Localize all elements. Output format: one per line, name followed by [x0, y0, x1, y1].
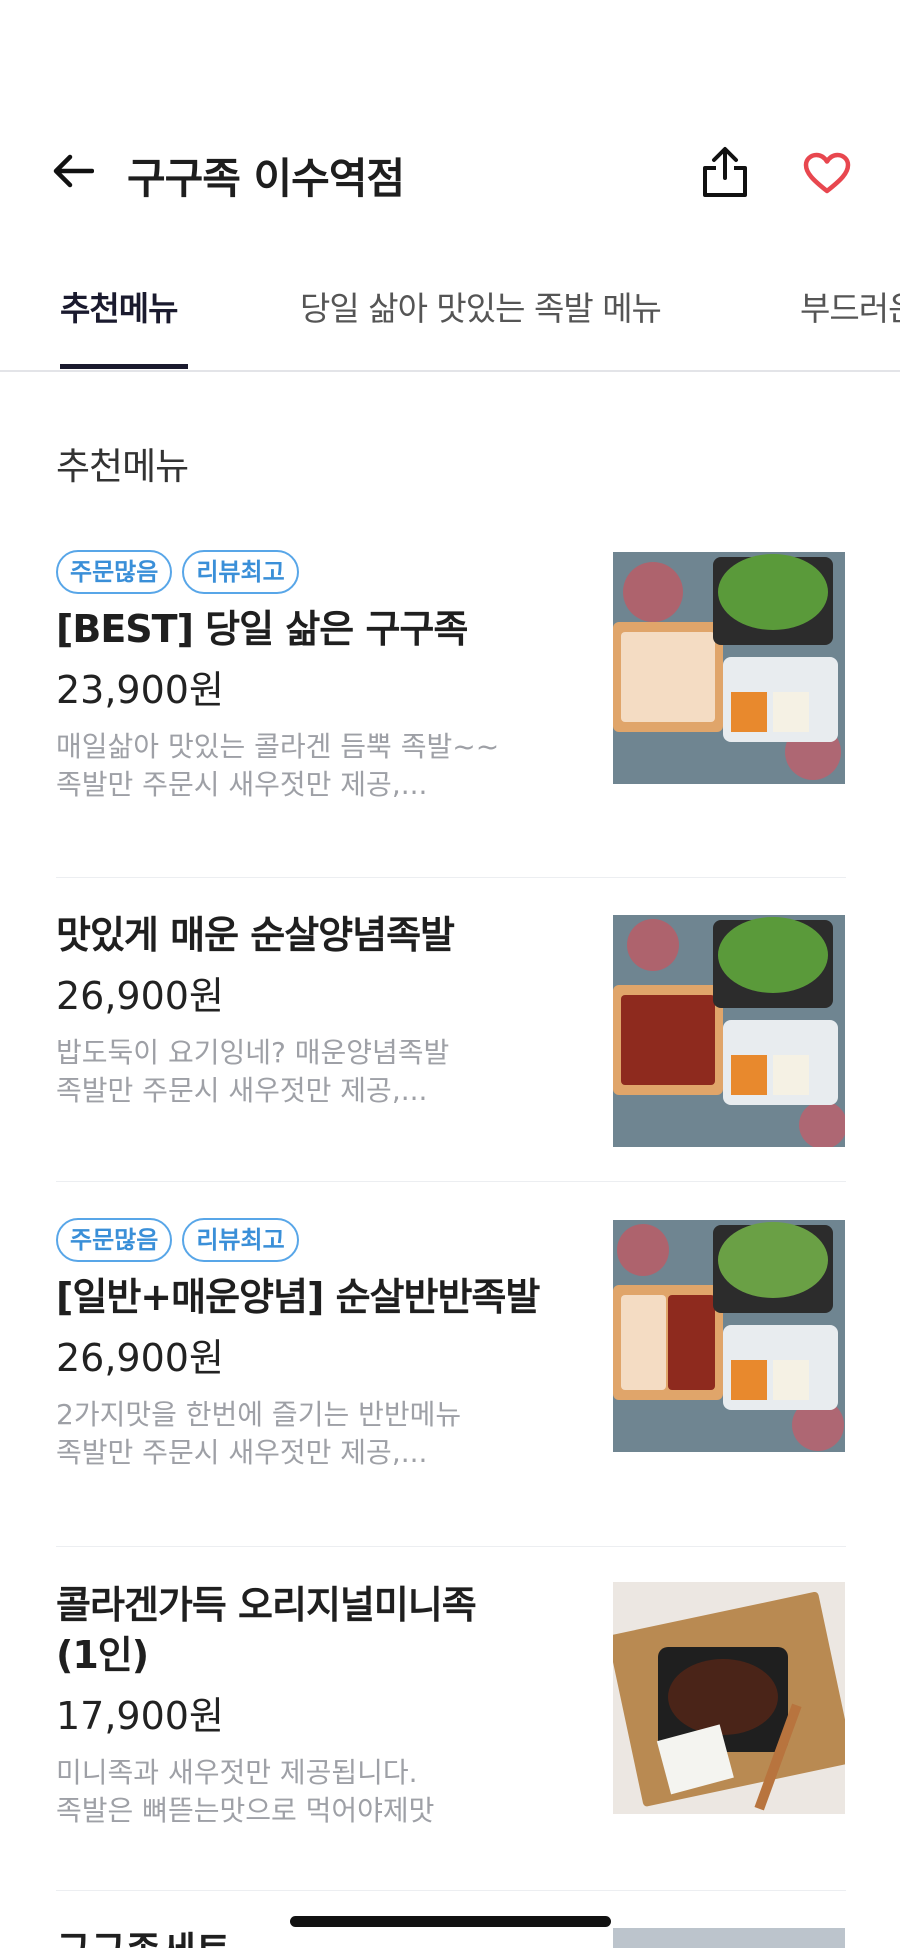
category-tabs: 추천메뉴 당일 삶아 맛있는 족발 메뉴 부드러운: [0, 262, 900, 372]
tab-fresh-jokbal[interactable]: 당일 삶아 맛있는 족발 메뉴: [300, 282, 662, 330]
menu-item-description: 매일삶아 맛있는 콜라겐 듬뿍 족발~~ 족발만 주문시 새우젓만 제공,...: [56, 730, 500, 801]
badge-best-review: 리뷰최고: [182, 550, 299, 594]
menu-item-photo-partial[interactable]: [613, 1928, 845, 1948]
share-button[interactable]: [698, 144, 752, 200]
menu-item-description: 밥도둑이 요기잉네? 매운양념족발 족발만 주문시 새우젓만 제공,...: [56, 1036, 450, 1107]
badge-best-review: 리뷰최고: [182, 1218, 299, 1262]
favorite-button[interactable]: [800, 148, 854, 198]
menu-item-name-partial[interactable]: 구구족세트: [56, 1920, 231, 1948]
item-divider: [56, 877, 846, 878]
item-divider: [56, 1181, 846, 1182]
arrow-left-icon: [53, 154, 94, 188]
menu-item-name: 맛있게 매운 순살양념족발: [56, 913, 455, 957]
menu-item-description: 2가지맛을 한번에 즐기는 반반메뉴 족발만 주문시 새우젓만 제공,...: [56, 1398, 462, 1469]
section-title: 추천메뉴: [56, 445, 189, 488]
heart-icon: [803, 152, 851, 194]
home-indicator[interactable]: [290, 1916, 611, 1927]
menu-item-photo[interactable]: [613, 1582, 845, 1814]
menu-item-photo[interactable]: [613, 915, 845, 1147]
active-tab-indicator: [60, 364, 188, 369]
menu-item-photo[interactable]: [613, 552, 845, 784]
menu-item-description: 미니족과 새우젓만 제공됩니다. 족발은 뼈뜯는맛으로 먹어야제맛: [56, 1756, 435, 1827]
share-icon: [703, 147, 747, 197]
menu-item-name: [BEST] 당일 삶은 구구족: [56, 607, 468, 651]
tab-soft[interactable]: 부드러운: [800, 282, 900, 330]
item-divider: [56, 1546, 846, 1547]
top-bar: 구구족 이수역점: [0, 0, 900, 260]
store-title: 구구족 이수역점: [127, 154, 405, 203]
menu-item-name: [일반+매운양념] 순살반반족발: [56, 1275, 540, 1319]
item-divider: [56, 1890, 846, 1891]
badge-popular: 주문많음: [56, 1218, 173, 1262]
menu-item-photo[interactable]: [613, 1220, 845, 1452]
tab-recommended[interactable]: 추천메뉴: [60, 282, 178, 330]
menu-item-name: 콜라겐가득 오리지널미니족 (1인): [56, 1583, 477, 1677]
back-button[interactable]: [50, 148, 96, 194]
badge-popular: 주문많음: [56, 550, 173, 594]
